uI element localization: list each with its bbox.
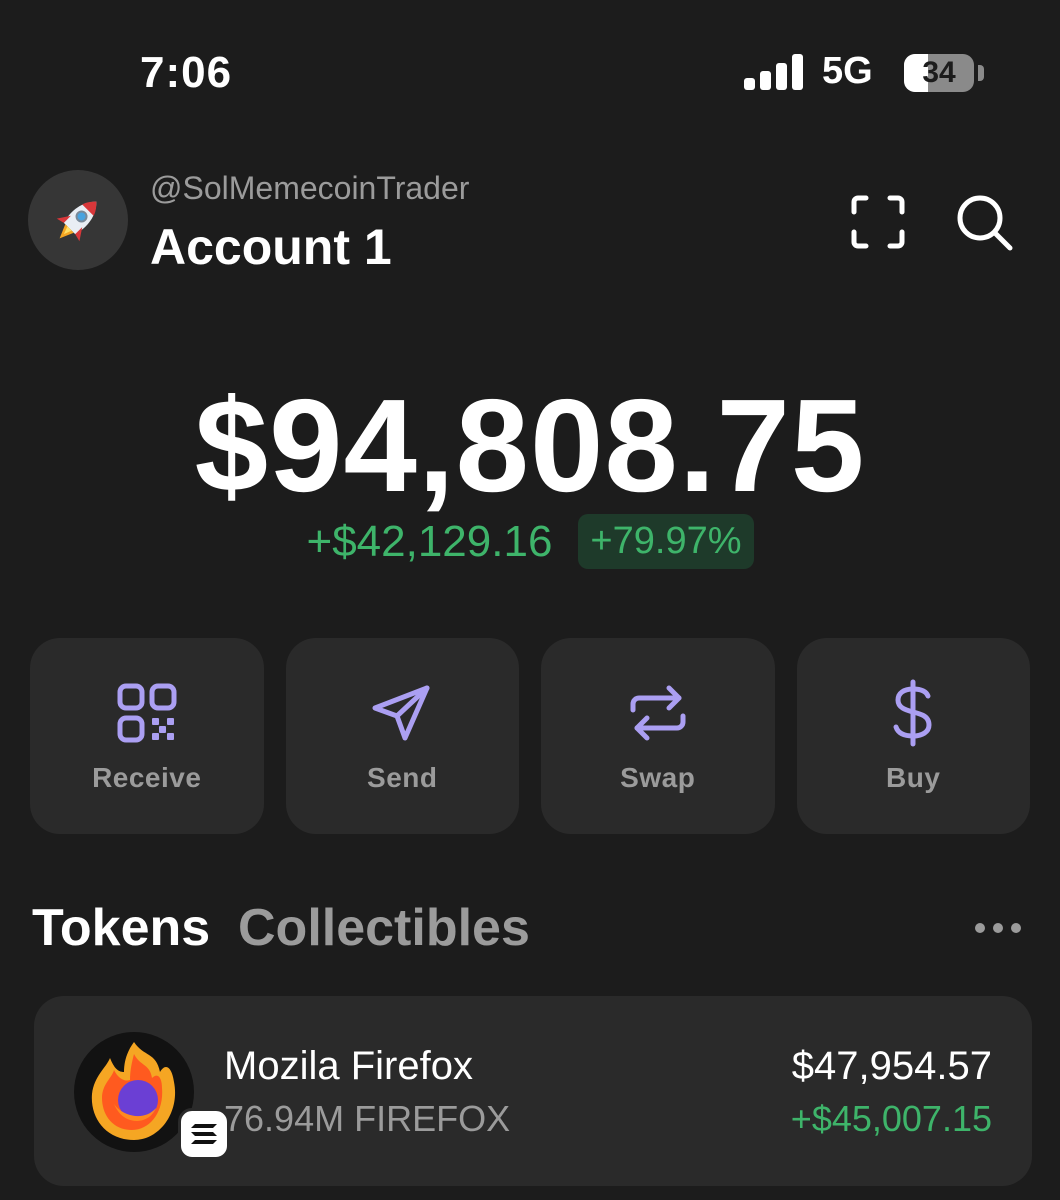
search-icon [957, 195, 1013, 251]
balance-change-row: +$42,129.16 +79.97% [0, 514, 1060, 569]
battery-icon: 34 [904, 54, 974, 92]
swap-button[interactable]: Swap [541, 638, 775, 834]
buy-button[interactable]: Buy [796, 638, 1030, 834]
battery-level: 34 [922, 56, 956, 89]
tab-tokens[interactable]: Tokens [32, 898, 210, 958]
battery-tip [978, 65, 984, 81]
tab-collectibles[interactable]: Collectibles [238, 898, 530, 958]
scan-button[interactable] [846, 190, 910, 254]
more-options-button[interactable] [970, 916, 1026, 940]
account-name[interactable]: Account 1 [150, 218, 392, 276]
more-icon [975, 923, 1021, 933]
dollar-icon [893, 679, 932, 747]
account-avatar[interactable] [28, 170, 128, 270]
receive-button[interactable]: Receive [30, 638, 264, 834]
network-label: 5G [822, 50, 873, 92]
receive-label: Receive [92, 762, 202, 793]
send-button[interactable]: Send [285, 638, 519, 834]
signal-icon [744, 54, 804, 90]
solana-chain-icon [178, 1108, 230, 1160]
status-time: 7:06 [140, 48, 233, 97]
swap-label: Swap [620, 762, 696, 793]
total-balance: $94,808.75 [194, 372, 866, 519]
send-label: Send [367, 762, 438, 793]
send-icon [372, 685, 430, 741]
search-button[interactable] [952, 190, 1016, 254]
token-name: Mozila Firefox [224, 1044, 473, 1088]
token-value: $47,954.57 [791, 1044, 992, 1088]
balance-change-percent: +79.97% [578, 514, 754, 569]
swap-icon [630, 685, 686, 741]
firefox-token-icon [74, 1032, 194, 1152]
balance-change-amount: +$42,129.16 [306, 516, 553, 566]
wallet-screen: 7:06 5G 34 @SolMemecoinTrader Account 1 [0, 0, 1060, 1200]
scan-icon [851, 195, 905, 249]
qr-code-icon [117, 683, 177, 743]
account-handle: @SolMemecoinTrader [150, 170, 470, 206]
token-change: +$45,007.15 [790, 1098, 992, 1139]
rocket-icon [56, 201, 97, 242]
buy-label: Buy [886, 762, 941, 793]
action-bar: Receive Send Swap Buy [30, 638, 1030, 834]
token-amount: 76.94M FIREFOX [224, 1098, 511, 1139]
token-row[interactable]: Mozila Firefox 76.94M FIREFOX $47,954.57… [34, 996, 1032, 1186]
